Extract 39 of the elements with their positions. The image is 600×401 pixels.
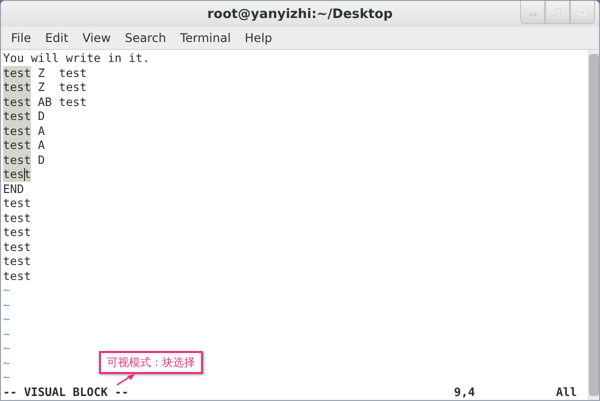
annotation-callout: 可视模式：块选择	[99, 351, 203, 374]
text-line: test	[3, 225, 31, 239]
text-line: test	[3, 240, 31, 254]
empty-line-marker: ~	[3, 341, 10, 355]
menu-item[interactable]: File	[4, 31, 38, 45]
empty-line-marker: ~	[3, 370, 10, 384]
menu-item[interactable]: Edit	[38, 31, 76, 45]
close-button[interactable]	[570, 1, 595, 24]
annotation-arrow	[116, 374, 135, 386]
text-line: test A	[3, 138, 45, 152]
scroll-position: All	[556, 384, 578, 400]
menu-item[interactable]: Search	[118, 31, 174, 45]
text-line: test	[3, 196, 31, 210]
text-line: test	[3, 210, 31, 224]
minimize-button[interactable]	[520, 1, 545, 24]
maximize-icon	[553, 8, 562, 16]
window-title: root@yanyizhi:~/Desktop	[207, 6, 393, 22]
empty-line-marker: ~	[3, 298, 10, 312]
menu-item[interactable]: Help	[238, 31, 280, 45]
empty-line-marker: ~	[3, 312, 10, 326]
mode-indicator: -- VISUAL BLOCK --	[3, 384, 130, 400]
text-line: test A	[3, 124, 45, 138]
text-line: test AB test	[3, 94, 87, 108]
close-icon	[578, 8, 587, 16]
text-line: You will write in it.	[3, 51, 150, 65]
text-line: test D	[3, 109, 45, 123]
empty-line-marker: ~	[3, 283, 10, 297]
text-line: test Z test	[3, 66, 87, 80]
menu-item[interactable]: View	[75, 31, 118, 45]
text-line: test	[3, 254, 31, 268]
maximize-button[interactable]	[545, 1, 570, 24]
text-line: test	[3, 268, 31, 282]
text-line: END	[3, 182, 24, 196]
text-line: test Z test	[3, 80, 87, 94]
text-line: test D	[3, 152, 45, 166]
empty-line-marker: ~	[3, 356, 10, 370]
empty-line-marker: ~	[3, 326, 10, 340]
menu-item[interactable]: Terminal	[173, 31, 238, 45]
cursor-position: 9,4	[454, 384, 476, 400]
